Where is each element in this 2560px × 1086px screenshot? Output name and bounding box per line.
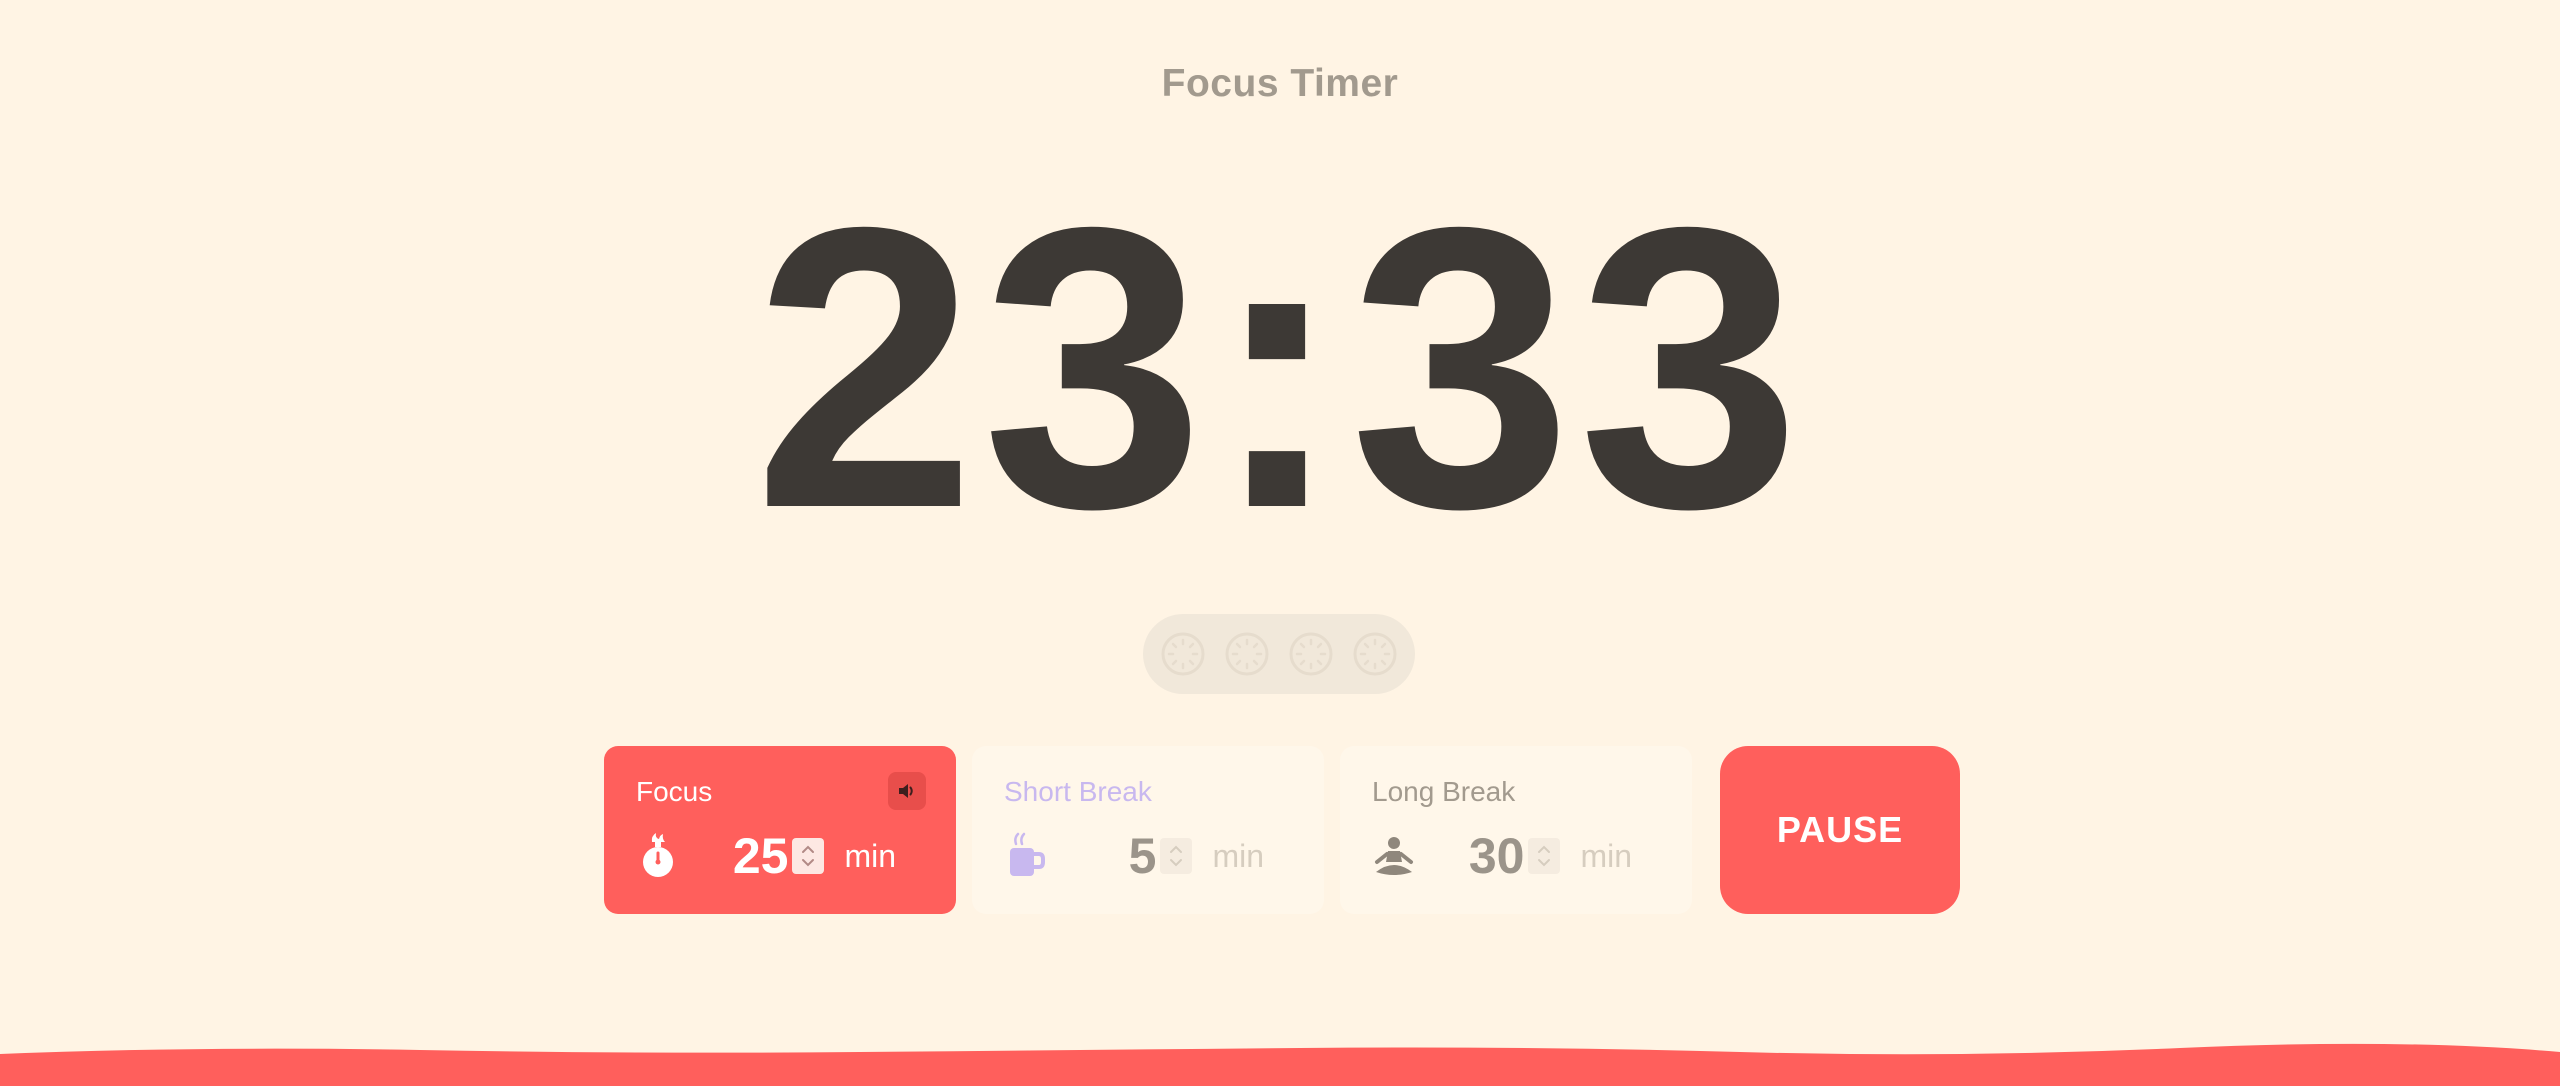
session-indicator bbox=[1158, 629, 1208, 679]
stepper-arrows-icon bbox=[1538, 845, 1551, 867]
tomato-slot-icon bbox=[1289, 632, 1333, 676]
sound-toggle-button[interactable] bbox=[888, 772, 926, 810]
stepper-arrows-icon bbox=[1170, 845, 1183, 867]
session-indicator bbox=[1286, 629, 1336, 679]
duration-stepper[interactable] bbox=[1528, 838, 1561, 874]
session-indicator bbox=[1350, 629, 1400, 679]
app-title: Focus Timer bbox=[1161, 62, 1399, 105]
mode-label: Focus bbox=[636, 776, 713, 807]
mode-label: Short Break bbox=[1004, 776, 1152, 807]
tomato-slot-icon bbox=[1161, 632, 1205, 676]
duration-input[interactable]: 25 bbox=[733, 826, 789, 886]
tomato-slot-icon bbox=[1353, 632, 1397, 676]
duration-input[interactable]: 5 bbox=[1129, 826, 1157, 886]
mode-card-focus[interactable]: Focus 25 min bbox=[604, 746, 956, 914]
duration-control: 30 min bbox=[1469, 826, 1632, 886]
duration-stepper[interactable] bbox=[1160, 838, 1193, 874]
duration-input[interactable]: 30 bbox=[1469, 826, 1525, 886]
meditation-icon bbox=[1372, 832, 1416, 880]
stepper-arrows-icon bbox=[802, 845, 815, 867]
pause-button[interactable]: PAUSE bbox=[1720, 746, 1960, 914]
session-indicator bbox=[1222, 629, 1272, 679]
stopwatch-fire-icon bbox=[636, 832, 680, 880]
duration-unit: min bbox=[844, 838, 896, 874]
speaker-icon bbox=[899, 784, 913, 798]
session-indicators bbox=[1143, 614, 1415, 694]
mode-card-long-break[interactable]: Long Break 30 min bbox=[1340, 746, 1692, 914]
mode-label: Long Break bbox=[1372, 776, 1516, 807]
duration-unit: min bbox=[1580, 838, 1632, 874]
duration-control: 25 min bbox=[733, 826, 896, 886]
duration-unit: min bbox=[1212, 838, 1264, 874]
coffee-mug-icon bbox=[1004, 832, 1048, 880]
tomato-slot-icon bbox=[1225, 632, 1269, 676]
progress-wave bbox=[0, 1043, 2560, 1086]
duration-stepper[interactable] bbox=[792, 838, 825, 874]
duration-control: 5 min bbox=[1129, 826, 1264, 886]
mode-card-short-break[interactable]: Short Break 5 min bbox=[972, 746, 1324, 914]
focus-timer-page: Focus Timer 23:33 Focus 25 min Short Bre… bbox=[0, 0, 2560, 1086]
timer-display: 23:33 bbox=[753, 144, 1807, 591]
